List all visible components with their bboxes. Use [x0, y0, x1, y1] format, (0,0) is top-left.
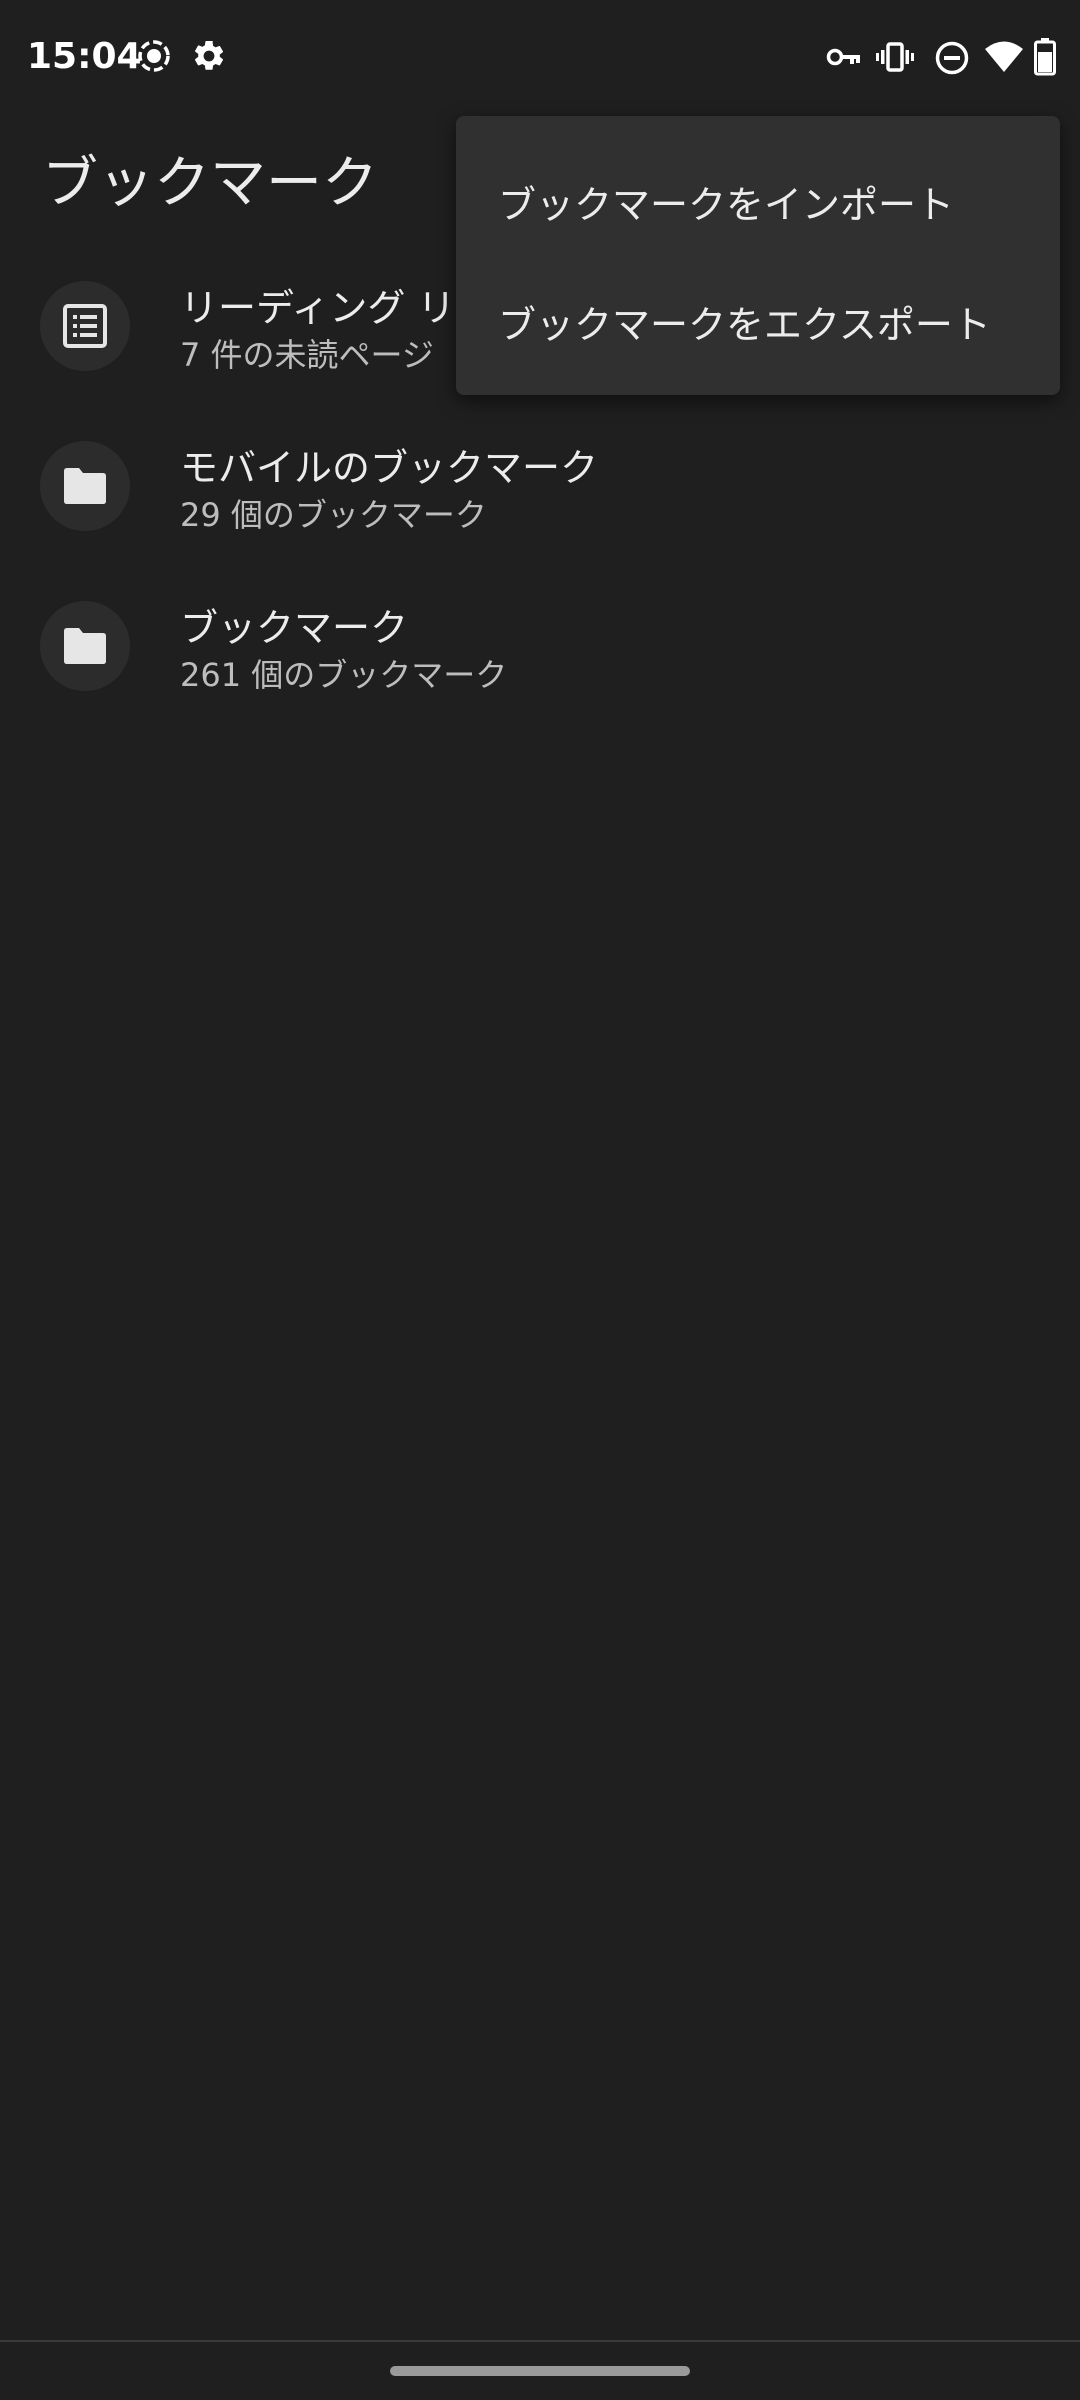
overflow-menu: ブックマークをインポート ブックマークをエクスポート [456, 116, 1060, 395]
folder-icon-circle [40, 601, 130, 691]
page-title: ブックマーク [42, 151, 378, 216]
home-indicator[interactable] [390, 2366, 690, 2376]
vibrate-icon [876, 42, 914, 76]
menu-item-label: ブックマークをエクスポート [498, 303, 991, 347]
list-item-title: リーディング リ [180, 286, 456, 330]
folder-icon-circle [40, 441, 130, 531]
settings-gear-icon [191, 38, 227, 78]
menu-item-import-bookmarks[interactable]: ブックマークをインポート [456, 134, 1060, 254]
list-item-subtitle: 261 個のブックマーク [180, 656, 508, 694]
reading-list-icon-circle [40, 281, 130, 371]
wifi-icon [984, 40, 1024, 78]
nav-divider [0, 2340, 1080, 2342]
vpn-key-icon [826, 42, 862, 76]
reading-list-icon [63, 304, 107, 348]
status-time: 15:04 [27, 36, 142, 77]
list-item-title: モバイルのブックマーク [180, 446, 599, 490]
list-item-mobile-bookmarks[interactable]: モバイルのブックマーク 29 個のブックマーク [0, 405, 1080, 565]
list-item-subtitle: 7 件の未読ページ [180, 336, 434, 374]
list-item-title: ブックマーク [180, 606, 409, 650]
menu-item-label: ブックマークをインポート [498, 183, 955, 227]
status-bar: 15:04 [0, 0, 1080, 110]
folder-icon [64, 468, 106, 504]
battery-icon [1034, 38, 1056, 80]
menu-item-export-bookmarks[interactable]: ブックマークをエクスポート [456, 254, 1060, 374]
do-not-disturb-icon [935, 41, 969, 79]
list-item-subtitle: 29 個のブックマーク [180, 496, 487, 534]
folder-icon [64, 628, 106, 664]
screen-record-icon [136, 38, 172, 78]
bookmarks-screen: 15:04 ブックマーク リーディング リ 7 件の未読ページ モバイルのブック… [0, 0, 1080, 2400]
list-item-bookmarks[interactable]: ブックマーク 261 個のブックマーク [0, 565, 1080, 725]
